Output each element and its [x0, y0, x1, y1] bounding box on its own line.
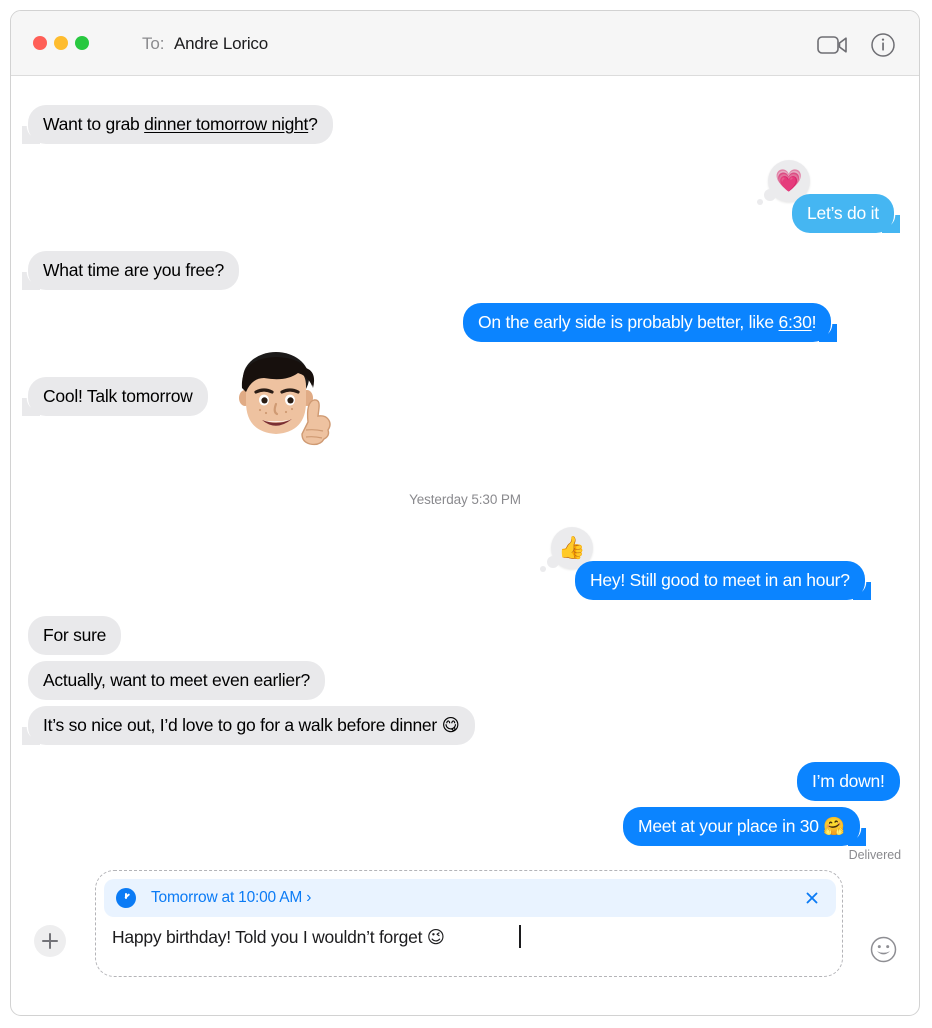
info-circle-icon[interactable]: [870, 32, 896, 58]
message-bubble-incoming[interactable]: It’s so nice out, I’d love to go for a w…: [22, 706, 475, 746]
day-timestamp: Yesterday 5:30 PM: [409, 492, 521, 507]
message-bubble-outgoing[interactable]: Meet at your place in 30 🤗: [623, 807, 866, 847]
message-text: Want to grab: [43, 114, 145, 134]
maximize-window-button[interactable]: [75, 36, 89, 50]
video-camera-icon[interactable]: [817, 33, 851, 57]
data-detector-link[interactable]: dinner tomorrow night: [144, 114, 308, 134]
message-bubble-outgoing[interactable]: I’m down!: [797, 762, 900, 802]
message-bubble-incoming[interactable]: Cool! Talk tomorrow: [22, 377, 208, 417]
minimize-window-button[interactable]: [54, 36, 68, 50]
messages-window: To: Andre Lorico Want to grab dinner tom…: [10, 10, 920, 1016]
message-bubble-outgoing[interactable]: On the early side is probably better, li…: [463, 303, 838, 343]
message-bubble-outgoing[interactable]: Hey! Still good to meet in an hour?: [575, 561, 871, 601]
recipient-name[interactable]: Andre Lorico: [174, 34, 268, 54]
message-text-tail: ?: [308, 114, 318, 134]
message-bubble-incoming[interactable]: Want to grab dinner tomorrow night?: [22, 105, 333, 145]
clock-icon: [116, 888, 136, 908]
smiley-face-icon[interactable]: [870, 936, 897, 963]
message-bubble-incoming[interactable]: Actually, want to meet even earlier?: [28, 661, 325, 701]
data-detector-link[interactable]: 6:30: [779, 312, 812, 332]
memoji-thumbs-up-sticker[interactable]: [220, 342, 336, 458]
message-text: On the early side is probably better, li…: [478, 312, 779, 332]
message-bubble-incoming[interactable]: For sure: [28, 616, 122, 656]
composer: Tomorrow at 10:00 AM › Happy birthday! T…: [11, 864, 919, 1015]
scheduled-send-text: Tomorrow at 10:00 AM: [151, 889, 303, 906]
text-caret: [519, 925, 521, 948]
thumbs-up-reaction-emoji: 👍: [558, 535, 586, 560]
close-window-button[interactable]: [33, 36, 47, 50]
close-x-icon[interactable]: [802, 888, 822, 908]
heart-reaction-emoji: 💗: [775, 168, 803, 193]
message-transcript[interactable]: Want to grab dinner tomorrow night? 💗 Le…: [11, 76, 919, 866]
title-bar: To: Andre Lorico: [11, 11, 919, 76]
plus-icon[interactable]: [34, 925, 66, 957]
message-input-box[interactable]: Tomorrow at 10:00 AM › Happy birthday! T…: [95, 870, 843, 977]
message-bubble-incoming[interactable]: What time are you free?: [22, 251, 239, 291]
to-label: To:: [142, 34, 165, 53]
message-input-value[interactable]: Happy birthday! Told you I wouldn’t forg…: [112, 927, 445, 948]
scheduled-send-pill[interactable]: Tomorrow at 10:00 AM ›: [104, 879, 836, 917]
message-bubble-outgoing[interactable]: Let’s do it: [792, 194, 900, 234]
delivery-status: Delivered: [848, 848, 901, 862]
scheduled-send-label[interactable]: Tomorrow at 10:00 AM ›: [151, 889, 311, 907]
chevron-right-icon: ›: [306, 889, 312, 906]
message-text-tail: !: [811, 312, 817, 332]
